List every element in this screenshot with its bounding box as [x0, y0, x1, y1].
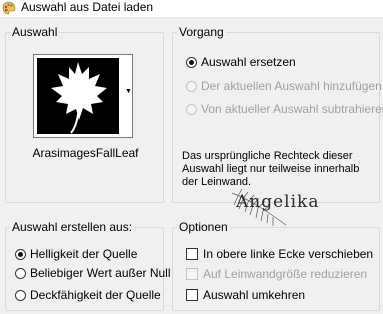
radio-label: Helligkeit der Quelle	[30, 247, 138, 261]
checkbox-obere-linke-ecke[interactable]: In obere linke Ecke verschieben	[186, 247, 373, 261]
radio-indicator[interactable]	[186, 103, 197, 115]
thumbnail-preview	[37, 58, 119, 134]
checkbox-indicator[interactable]	[186, 268, 198, 280]
vorgang-legend: Vorgang	[179, 25, 224, 39]
radio-indicator[interactable]	[15, 248, 26, 260]
title-bar: Auswahl aus Datei laden	[0, 0, 383, 18]
erstellen-legend: Auswahl erstellen aus:	[12, 220, 133, 234]
radio-label: Beliebiger Wert außer Null	[30, 266, 171, 280]
checkbox-indicator[interactable]	[186, 289, 198, 301]
radio-deckfaehigkeit[interactable]: Deckfähigkeit der Quelle	[15, 288, 161, 302]
thumbnail-caption: ArasimagesFallLeaf	[32, 146, 139, 160]
radio-auswahl-ersetzen[interactable]: Auswahl ersetzen	[186, 55, 296, 69]
selection-thumbnail-picker[interactable]	[33, 54, 133, 138]
checkbox-label: In obere linke Ecke verschieben	[203, 247, 374, 261]
radio-label: Deckfähigkeit der Quelle	[30, 288, 161, 302]
radio-label: Auswahl ersetzen	[201, 55, 296, 69]
watermark-text: Angelika	[235, 192, 319, 212]
radio-helligkeit[interactable]: Helligkeit der Quelle	[15, 247, 137, 261]
maple-leaf-icon	[51, 62, 107, 134]
radio-indicator[interactable]	[15, 267, 26, 279]
partial-canvas-note: Das ursprüngliche Rechteck dieser Auswah…	[182, 150, 360, 188]
checkbox-label: Auswahl umkehren	[203, 288, 306, 302]
radio-indicator[interactable]	[186, 80, 197, 92]
thumbnail-dropdown-arrow[interactable]: ▼	[125, 88, 132, 95]
checkbox-leinwandgroesse[interactable]: Auf Leinwandgröße reduzieren	[186, 267, 367, 281]
window-title: Auswahl aus Datei laden	[21, 0, 154, 14]
radio-label: Von aktueller Auswahl subtrahieren	[201, 102, 383, 116]
optionen-legend: Optionen	[179, 220, 228, 234]
radio-auswahl-subtrahieren[interactable]: Von aktueller Auswahl subtrahieren	[186, 102, 383, 116]
radio-beliebiger-wert[interactable]: Beliebiger Wert außer Null	[15, 266, 171, 280]
radio-indicator[interactable]	[186, 56, 197, 68]
auswahl-legend: Auswahl	[12, 25, 58, 39]
paint-palette-icon	[2, 1, 16, 15]
checkbox-indicator[interactable]	[186, 248, 198, 260]
checkbox-auswahl-umkehren[interactable]: Auswahl umkehren	[186, 288, 305, 302]
checkbox-label: Auf Leinwandgröße reduzieren	[203, 267, 368, 281]
radio-indicator[interactable]	[15, 289, 26, 301]
radio-label: Der aktuellen Auswahl hinzufügen	[201, 79, 382, 93]
radio-auswahl-hinzufuegen[interactable]: Der aktuellen Auswahl hinzufügen	[186, 79, 382, 93]
